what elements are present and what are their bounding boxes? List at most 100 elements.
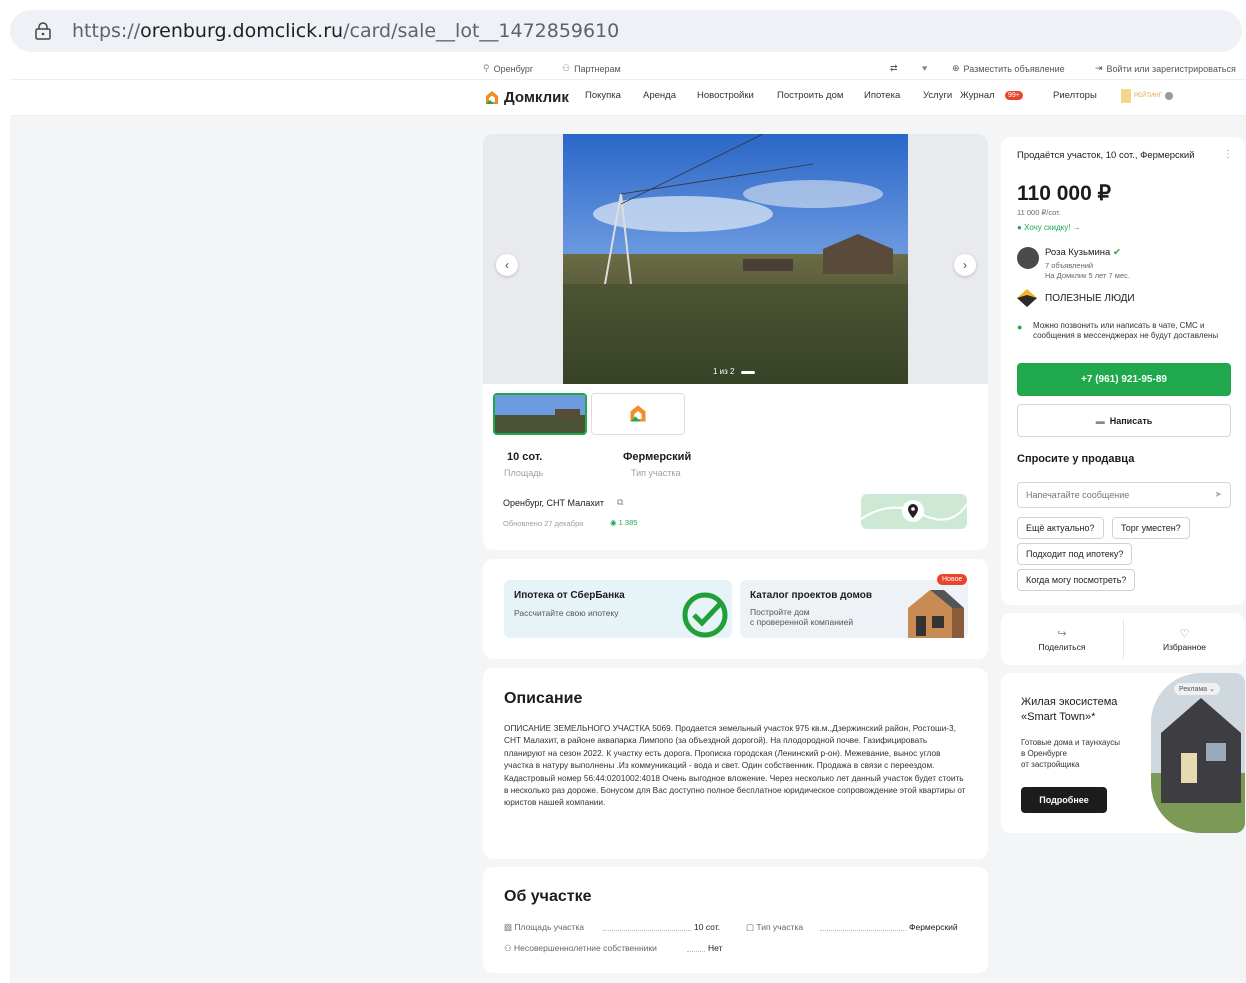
login-link[interactable]: ⇥ Войти или зарегистрироваться [1095, 63, 1236, 74]
domclick-thumb-icon [630, 405, 646, 422]
about-heading: Об участке [504, 888, 592, 905]
about-type-value: Фермерский [909, 922, 958, 932]
seller-name[interactable]: Роза Кузьмина ✔ [1045, 247, 1121, 258]
address[interactable]: Оренбург, СНТ Малахит [503, 498, 604, 508]
eye-icon: ◉ [610, 518, 617, 527]
dotted-leader [687, 951, 705, 952]
nav-services[interactable]: Услуги [923, 90, 952, 101]
location-pin-icon: ⚲ [483, 63, 490, 73]
mortgage-promo[interactable]: Ипотека от СберБанка Рассчитайте свою ип… [504, 580, 732, 638]
top-utility-bar: ⚲ Оренбург ⚇ Партнерам ⇄ ♥ ⊕ Разместить объ… [10, 58, 1246, 80]
logo-text: Домклик [504, 89, 569, 106]
message-input[interactable]: Напечатайте сообщение ➤ [1017, 482, 1231, 508]
ad-title-line1: Жилая экосистема [1021, 696, 1118, 708]
area-label: Площадь [504, 468, 544, 478]
contact-note: Можно позвонить или написать в чате, СМС… [1033, 321, 1219, 340]
useful-people-label: ПОЛЕЗНЫЕ ЛЮДИ [1045, 293, 1135, 304]
share-label: Поделиться [1038, 641, 1086, 652]
thumbnail-logo[interactable] [591, 393, 685, 435]
left-margin [0, 58, 10, 983]
verified-icon: ✔ [1112, 247, 1121, 258]
description-card: Описание ОПИСАНИЕ ЗЕМЕЛЬНОГО УЧАСТКА 506… [483, 668, 988, 859]
ask-seller-heading: Спросите у продавца [1017, 453, 1135, 465]
domclick-logo-icon [486, 90, 498, 104]
catalog-promo-title: Каталог проектов домов [750, 590, 872, 601]
description-heading: Описание [504, 690, 583, 707]
about-minors-label: ⚇ Несовершеннолетние собственники [504, 943, 657, 954]
about-area-label: ▧ Площадь участка [504, 922, 584, 933]
sberbank-logo-icon [682, 592, 728, 638]
people-icon: ⚇ [504, 943, 512, 953]
chevron-right-icon: › [963, 258, 967, 272]
prev-photo-button[interactable]: ‹ [496, 254, 518, 276]
chip-bargain[interactable]: Торг уместен? [1112, 517, 1190, 539]
compare-icon[interactable]: ⇄ [890, 63, 898, 74]
nav-build-house[interactable]: Построить дом [777, 90, 843, 101]
nav-new-buildings[interactable]: Новостройки [697, 90, 754, 101]
favorite-label: Избранное [1162, 641, 1207, 652]
plus-icon: ⊕ [952, 63, 960, 73]
price-per-sotka: 11 000 ₽/сот. [1017, 208, 1061, 217]
type-value: Фермерский [623, 451, 692, 463]
chevron-left-icon: ‹ [505, 258, 509, 272]
chip-mortgage[interactable]: Подходит под ипотеку? [1017, 543, 1133, 565]
mortgage-promo-title: Ипотека от СберБанка [514, 590, 625, 601]
chevron-down-icon: ⌄ [1209, 686, 1215, 693]
phone-button[interactable]: +7 (961) 921-95-89 [1017, 363, 1231, 396]
city-selector[interactable]: ⚲ Оренбург [483, 63, 533, 74]
type-label: Тип участка [631, 468, 681, 478]
useful-people-icon [1017, 289, 1037, 307]
about-type-label: ▢ Тип участка [746, 922, 803, 933]
person-icon: ⚇ [562, 63, 571, 73]
write-button-text: Написать [1109, 415, 1153, 426]
seller-name-text: Роза Кузьмина [1045, 247, 1111, 258]
domclick-logo[interactable]: Домклик [484, 89, 569, 106]
ad-more-button[interactable]: Подробнее [1021, 787, 1107, 813]
views-value: 1 385 [618, 518, 638, 527]
nav-mortgage[interactable]: Ипотека [864, 90, 900, 101]
about-minors-label-text: Несовершеннолетние собственники [514, 943, 657, 953]
partners-link[interactable]: ⚇ Партнерам [562, 63, 621, 74]
nav-buy[interactable]: Покупка [585, 90, 621, 101]
nav-rent[interactable]: Аренда [643, 90, 676, 101]
copy-icon[interactable]: ⧉ [617, 497, 623, 508]
heart-icon[interactable]: ♥ [922, 63, 927, 73]
lock-icon[interactable] [34, 22, 52, 40]
dotted-leader [820, 930, 906, 931]
share-button[interactable]: ↪ Поделиться [1001, 613, 1123, 665]
map-preview[interactable] [861, 494, 967, 529]
more-options-icon[interactable]: ⋮ [1223, 149, 1233, 160]
share-favorite-card: ↪ Поделиться ♡ Избранное [1001, 613, 1245, 665]
avatar[interactable] [1017, 247, 1039, 269]
discount-icon: ● [1017, 223, 1022, 232]
url-text: https://orenburg.domclick.ru/card/sale__… [72, 20, 620, 42]
ad-sub2: в Оренбурге [1021, 749, 1067, 758]
catalog-promo[interactable]: Каталог проектов домов Постройте дом с п… [740, 580, 968, 638]
mortgage-promo-sub: Рассчитайте свою ипотеку [514, 608, 619, 618]
rating-badge[interactable]: РЕЙТИНГ [1121, 89, 1173, 103]
send-icon[interactable]: ➤ [1214, 489, 1222, 500]
catalog-promo-sub2: с проверенной компанией [750, 617, 854, 627]
rating-label: РЕЙТИНГ [1134, 93, 1162, 99]
heart-outline-icon: ♡ [1179, 627, 1190, 640]
area-icon: ▧ [504, 922, 513, 932]
main-photo[interactable] [563, 134, 908, 384]
chip-still-actual[interactable]: Ещё актуально? [1017, 517, 1104, 539]
post-ad-link[interactable]: ⊕ Разместить объявление [952, 63, 1065, 74]
seller-since: На Домклик 5 лет 7 мес. [1045, 271, 1130, 280]
url-field[interactable]: https://orenburg.domclick.ru/card/sale__… [10, 10, 1242, 52]
about-area-value: 10 сот. [694, 922, 721, 932]
pagination-dot-active [741, 371, 755, 374]
nav-realtors[interactable]: Риелторы [1053, 90, 1097, 101]
ad-card[interactable]: Реклама ⌄ Жилая экосистема «Smart Town»*… [1001, 673, 1245, 833]
chip-when-view[interactable]: Когда могу посмотреть? [1017, 569, 1136, 591]
next-photo-button[interactable]: › [954, 254, 976, 276]
house-illustration [908, 590, 964, 638]
description-text: ОПИСАНИЕ ЗЕМЕЛЬНОГО УЧАСТКА 5069. Продае… [504, 723, 966, 808]
rating-icon [1121, 89, 1131, 103]
discount-link[interactable]: ● Хочу скидку! → [1017, 223, 1081, 232]
thumbnail-photo[interactable] [493, 393, 587, 435]
nav-journal[interactable]: Журнал [960, 90, 995, 101]
write-button[interactable]: ▬ Написать [1017, 404, 1231, 437]
favorite-button[interactable]: ♡ Избранное [1124, 613, 1245, 665]
